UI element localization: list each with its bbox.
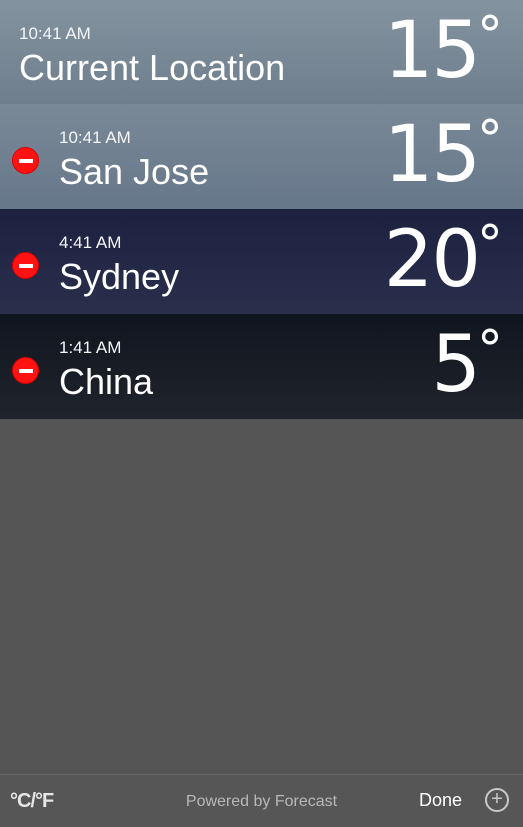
location-row-current[interactable]: 10:41 AM Current Location 15° bbox=[0, 0, 523, 104]
location-city: Sydney bbox=[59, 256, 180, 297]
location-time: 4:41 AM bbox=[59, 233, 122, 252]
minus-circle-icon[interactable] bbox=[12, 252, 39, 279]
done-button[interactable]: Done bbox=[419, 790, 462, 811]
minus-circle-icon[interactable] bbox=[12, 147, 39, 174]
plus-circle-icon[interactable]: + bbox=[485, 788, 509, 812]
location-time: 10:41 AM bbox=[59, 128, 131, 147]
location-city: San Jose bbox=[59, 151, 210, 192]
location-temperature: 15° bbox=[383, 110, 503, 200]
footer-bar: °C/°F Powered by Forecast Done + bbox=[0, 774, 523, 827]
minus-circle-icon[interactable] bbox=[12, 357, 39, 384]
location-temperature: 5° bbox=[431, 320, 503, 410]
location-row-china[interactable]: 1:41 AM China 5° bbox=[0, 314, 523, 419]
location-city: China bbox=[59, 361, 154, 402]
location-time: 1:41 AM bbox=[59, 338, 122, 357]
location-city: Current Location bbox=[19, 47, 286, 88]
location-temperature: 15° bbox=[383, 6, 503, 96]
location-row-san-jose[interactable]: 10:41 AM San Jose 15° bbox=[0, 104, 523, 209]
location-row-sydney[interactable]: 4:41 AM Sydney 20° bbox=[0, 209, 523, 314]
location-time: 10:41 AM bbox=[19, 24, 91, 43]
location-temperature: 20° bbox=[383, 215, 503, 305]
